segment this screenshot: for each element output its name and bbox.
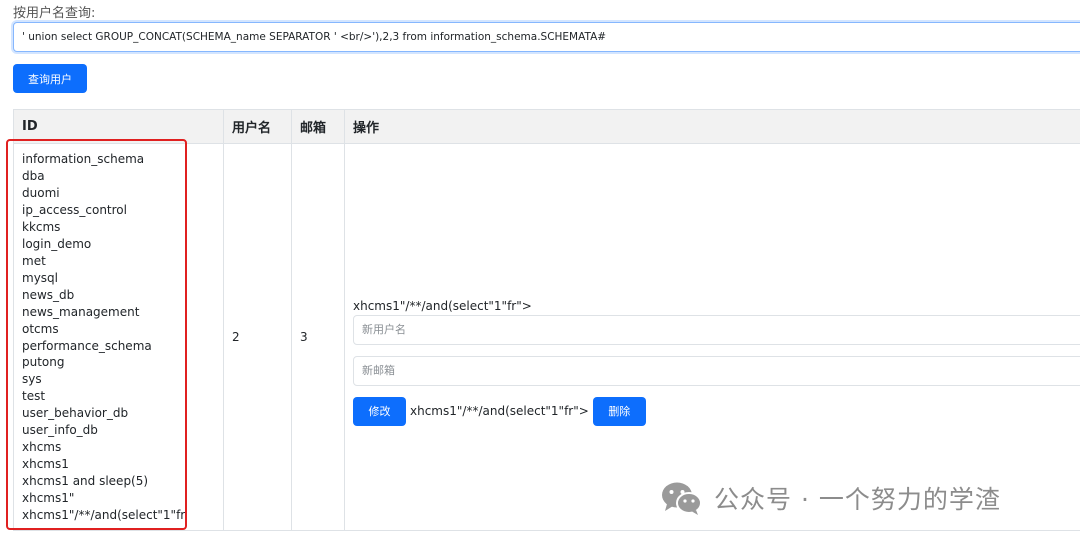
schema-name: information_schema (22, 152, 145, 167)
query-user-button[interactable]: 查询用户 (13, 64, 87, 93)
schema-name: news_db (22, 287, 75, 302)
table-row: information_schema dba duomi ip_access_c… (13, 143, 1080, 531)
schema-name: kkcms (22, 219, 61, 234)
schema-name: dba (22, 168, 45, 183)
new-username-input[interactable] (353, 314, 1080, 345)
schema-name: xhcms1"/**/and(select"1"fr (22, 508, 186, 523)
schema-list: information_schema dba duomi ip_access_c… (22, 150, 215, 524)
schema-name: sys (22, 372, 42, 387)
schema-name: user_behavior_db (22, 406, 129, 421)
delete-button[interactable]: 删除 (592, 396, 646, 426)
schema-name: test (22, 389, 46, 404)
header-actions: 操作 (344, 109, 1080, 144)
wechat-icon (662, 482, 702, 515)
actions-button-row: 修改 xhcms1"/**/and(select"1"fr"> 删除 (353, 396, 1080, 426)
users-table: ID 用户名 邮箱 操作 information_schema dba duom… (13, 109, 1080, 531)
watermark-text: 公众号 · 一个努力的学渣 (714, 485, 1001, 514)
inline-username-text: xhcms1"/**/and(select"1"fr"> (410, 404, 589, 418)
username-cell: 2 (223, 143, 292, 531)
schema-name: ip_access_control (22, 202, 127, 217)
header-id: ID (13, 109, 224, 144)
schema-name: performance_schema (22, 338, 152, 353)
actions-username-text: xhcms1"/**/and(select"1"fr"> (353, 298, 532, 313)
schema-name: xhcms1" (22, 491, 75, 506)
schema-name: user_info_db (22, 423, 98, 438)
schema-name: news_management (22, 304, 140, 319)
schema-name: met (22, 253, 46, 268)
header-username: 用户名 (223, 109, 292, 144)
schema-name: otcms (22, 321, 59, 336)
actions-cell: xhcms1"/**/and(select"1"fr"> 修改 xhcms1"/… (344, 143, 1080, 531)
new-email-input[interactable] (353, 355, 1080, 386)
email-cell: 3 (291, 143, 345, 531)
schema-name: mysql (22, 270, 58, 285)
schema-name: xhcms (22, 440, 62, 455)
schema-name: login_demo (22, 236, 92, 251)
edit-button[interactable]: 修改 (353, 396, 406, 426)
actions-panel: xhcms1"/**/and(select"1"fr"> 修改 xhcms1"/… (353, 299, 1080, 426)
schema-name: xhcms1 and sleep(5) (22, 474, 149, 489)
id-cell: information_schema dba duomi ip_access_c… (13, 143, 224, 531)
search-label: 按用户名查询: (13, 6, 96, 21)
table-header-row: ID 用户名 邮箱 操作 (13, 109, 1080, 144)
search-input[interactable] (13, 22, 1080, 52)
schema-name: duomi (22, 185, 60, 200)
watermark: 公众号 · 一个努力的学渣 (660, 480, 1001, 516)
schema-name: putong (22, 355, 65, 370)
schema-name: xhcms1 (22, 457, 69, 472)
header-email: 邮箱 (291, 109, 345, 144)
